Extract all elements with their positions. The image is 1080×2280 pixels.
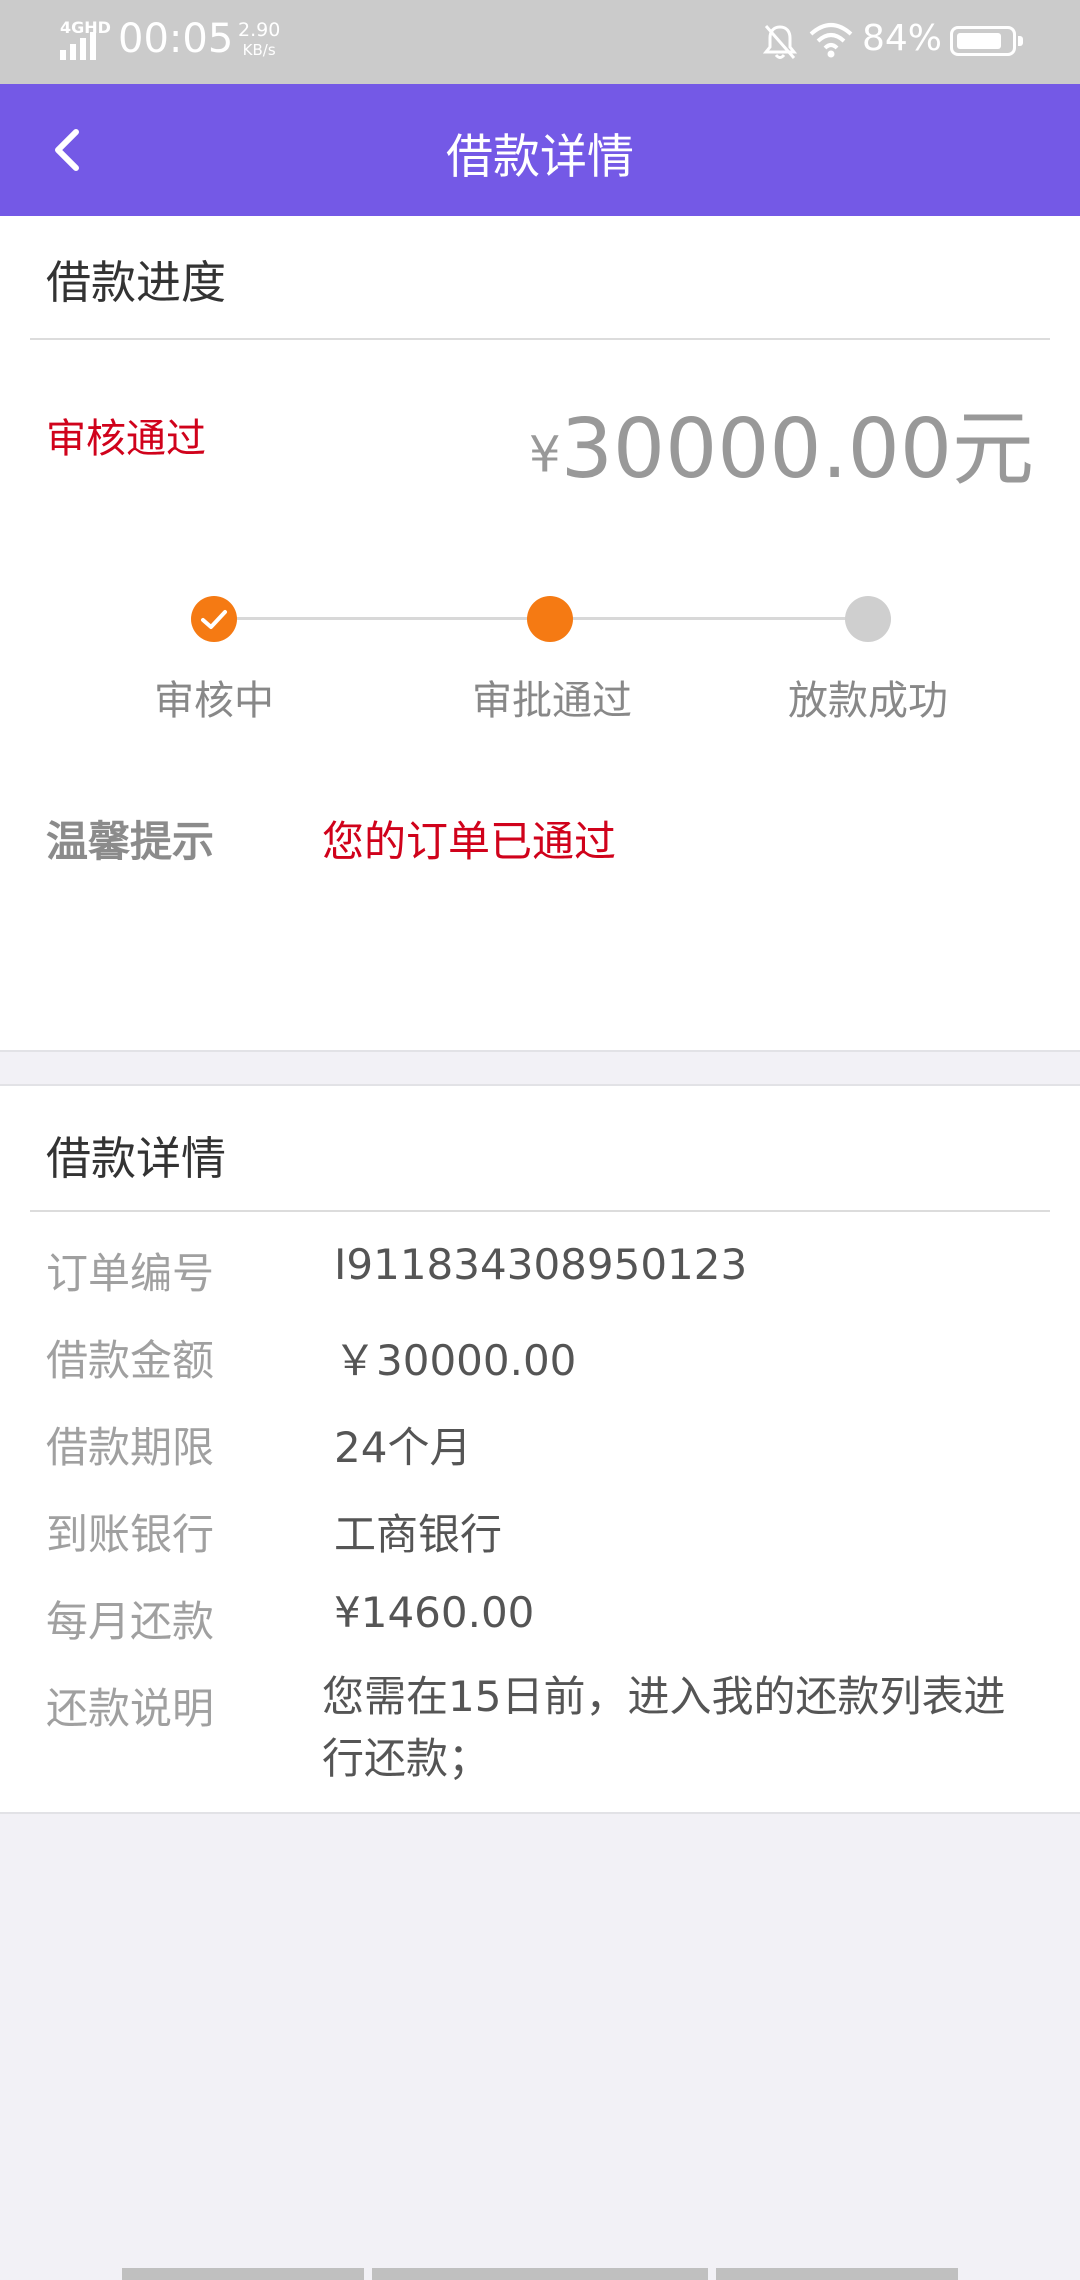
repayment-note: 您需在15日前，进入我的还款列表进行还款； (322, 1672, 1006, 1783)
step-pending-dot (845, 596, 891, 642)
status-text: 审核通过 (46, 416, 206, 462)
loan-amount: ¥30000.00元 (529, 382, 1034, 501)
step-label: 审批通过 (472, 678, 632, 724)
battery-percent: 84% (862, 18, 943, 59)
loan-amount-value: 30000.00元 (560, 402, 1034, 497)
network-type: 4GHD (60, 18, 111, 37)
detail-label: 还款说明 (46, 1684, 215, 1733)
detail-label: 到账银行 (46, 1510, 215, 1559)
order-number: I911834308950123 (334, 1240, 748, 1289)
wifi-icon (809, 23, 853, 58)
tip-label: 温馨提示 (46, 817, 215, 866)
bottom-bar-segment (372, 2268, 708, 2280)
bottom-bar-segment (716, 2268, 958, 2280)
network-speed-unit: KB/s (242, 41, 276, 59)
status-bar: 4GHD 00:05 2.90 KB/s 84% (0, 0, 1080, 84)
battery-icon (950, 26, 1023, 56)
detail-label: 借款金额 (46, 1336, 215, 1385)
progress-section-title: 借款进度 (46, 256, 227, 309)
monthly-repayment: ¥1460.00 (334, 1588, 535, 1637)
divider (30, 338, 1050, 340)
step-connector (572, 617, 862, 620)
nav-bar: 借款详情 (0, 84, 1080, 216)
signal-icon: 4GHD (60, 18, 111, 60)
clock: 00:05 (118, 16, 234, 62)
detail-label: 每月还款 (46, 1597, 215, 1646)
bottom-bar-segment (122, 2268, 364, 2280)
receiving-bank: 工商银行 (334, 1510, 503, 1559)
network-speed-value: 2.90 (238, 19, 281, 41)
details-section-title: 借款详情 (46, 1132, 227, 1185)
divider (30, 1210, 1050, 1212)
step-check-icon (191, 596, 237, 642)
step-label: 放款成功 (788, 678, 948, 724)
progress-card: 借款进度 审核通过 ¥30000.00元 审核中 审批通过 放款成功 温馨提示 … (0, 216, 1080, 1052)
bell-muted-icon (762, 25, 798, 59)
step-label: 审核中 (154, 678, 274, 724)
step-current-dot (527, 596, 573, 642)
network-speed: 2.90 KB/s (238, 20, 280, 60)
details-card: 借款详情 订单编号 I911834308950123 借款金额 ￥30000.0… (0, 1084, 1080, 1814)
page-title: 借款详情 (446, 130, 634, 185)
tip-text: 您的订单已通过 (322, 817, 617, 866)
progress-stepper: 审核中 审批通过 放款成功 (0, 576, 1080, 736)
detail-label: 订单编号 (46, 1249, 215, 1298)
loan-term: 24个月 (334, 1423, 472, 1472)
currency-symbol: ¥ (528, 425, 561, 484)
loan-amount-detail: ￥30000.00 (334, 1336, 577, 1385)
step-connector (236, 617, 548, 620)
detail-label: 借款期限 (46, 1423, 215, 1472)
